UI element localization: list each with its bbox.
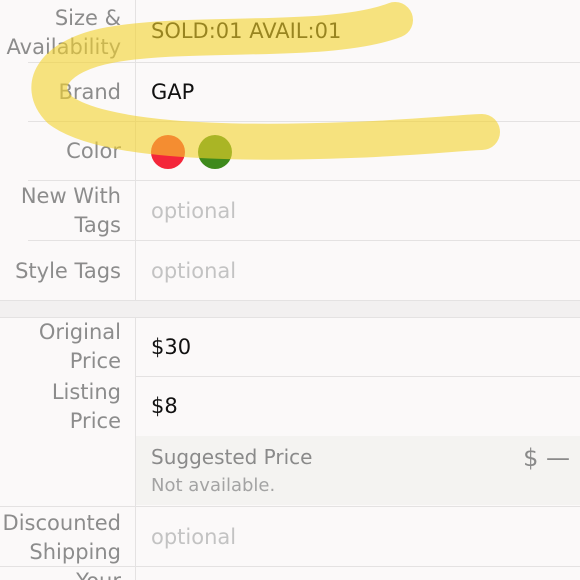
color-row[interactable]: Color: [0, 121, 580, 180]
size-label-line1: Size &: [54, 6, 121, 30]
style-tags-input[interactable]: optional: [151, 257, 236, 286]
color-swatch-red: [151, 135, 185, 169]
new-with-tags-input[interactable]: optional: [151, 197, 236, 226]
size-availability-row[interactable]: Size & Availability SOLD:01 AVAIL:01: [0, 0, 580, 62]
listing-details-form: Size & Availability SOLD:01 AVAIL:01 Bra…: [0, 0, 580, 580]
discounted-shipping-input[interactable]: optional: [151, 523, 236, 552]
listing-price-value[interactable]: $8: [151, 392, 178, 421]
listing-price-row[interactable]: Listing Price $8: [0, 376, 580, 436]
nwt-label-line2: Tags: [74, 213, 122, 237]
section-gap: [0, 301, 580, 317]
nwt-label-line1: New With: [20, 184, 121, 208]
style-tags-row[interactable]: Style Tags optional: [0, 240, 580, 300]
size-availability-label: Size & Availability: [0, 4, 121, 62]
lp-label-line1: Listing: [51, 380, 121, 404]
style-tags-label: Style Tags: [15, 259, 121, 283]
original-price-row[interactable]: Original Price $30: [0, 317, 580, 376]
suggested-price-status: Not available.: [151, 475, 276, 496]
size-label-line2: Availability: [6, 35, 121, 59]
discounted-shipping-label: Discounted Shipping: [0, 509, 121, 567]
original-price-value[interactable]: $30: [151, 333, 191, 362]
listing-price-label: Listing Price: [0, 378, 121, 436]
discounted-shipping-row[interactable]: Discounted Shipping optional: [0, 506, 580, 566]
next-row-label: Your: [0, 567, 121, 580]
brand-value: GAP: [151, 80, 195, 104]
lp-label-line2: Price: [69, 409, 121, 433]
original-price-label: Original Price: [0, 318, 121, 376]
op-label-line1: Original: [38, 320, 121, 344]
color-label: Color: [66, 139, 121, 163]
brand-row[interactable]: Brand GAP: [0, 62, 580, 121]
suggested-price-title: Suggested Price: [151, 445, 313, 469]
next-row-partial: Your: [0, 566, 580, 580]
ds-label-line1: Discounted: [2, 511, 121, 535]
new-with-tags-row[interactable]: New With Tags optional: [0, 180, 580, 240]
color-swatch-green: [198, 135, 232, 169]
new-with-tags-label: New With Tags: [0, 182, 121, 240]
suggested-price-amount: $ —: [523, 444, 570, 472]
size-availability-value: SOLD:01 AVAIL:01: [151, 19, 342, 43]
brand-label: Brand: [58, 80, 121, 104]
suggested-price-box: Suggested Price Not available. $ —: [136, 436, 580, 505]
ds-label-line2: Shipping: [29, 540, 121, 564]
op-label-line2: Price: [69, 349, 121, 373]
